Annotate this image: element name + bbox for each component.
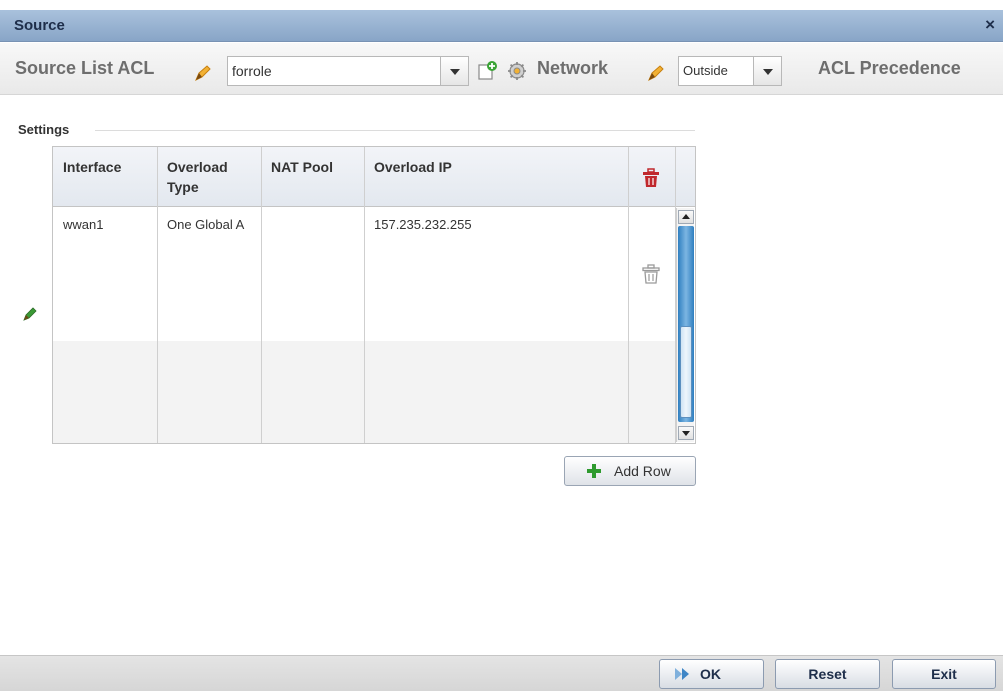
edit-row-pencil-icon[interactable] (22, 306, 38, 322)
table-scrollbar[interactable] (676, 208, 694, 442)
column-header-overload-ip: Overload IP (374, 159, 452, 175)
scroll-down-arrow-icon[interactable] (678, 426, 694, 440)
cell-interface[interactable]: wwan1 (63, 217, 153, 232)
column-header-overload-type: Overload Type (167, 159, 228, 195)
scroll-up-arrow-icon[interactable] (678, 210, 694, 224)
table-header: Interface Overload Type NAT Pool Overloa… (53, 147, 695, 207)
ok-label: OK (700, 666, 721, 682)
reset-label: Reset (808, 666, 847, 682)
add-row-button[interactable]: Add Row (564, 456, 696, 486)
double-arrow-right-icon (675, 668, 689, 680)
chevron-down-icon[interactable] (753, 57, 781, 85)
settings-section-label: Settings (18, 122, 70, 137)
toolbar: Source List ACL forrole Network Outside … (0, 43, 1003, 95)
delete-all-trash-icon[interactable] (642, 168, 660, 188)
column-header-interface: Interface (63, 159, 122, 175)
settings-table: Interface Overload Type NAT Pool Overloa… (52, 146, 696, 444)
source-list-acl-value: forrole (232, 63, 272, 79)
dialog-footer: OK Reset Exit (0, 655, 1003, 691)
reset-button[interactable]: Reset (775, 659, 880, 689)
scrollbar-thumb[interactable] (680, 326, 692, 418)
cell-overload-ip[interactable]: 157.235.232.255 (374, 217, 624, 232)
close-icon[interactable]: × (985, 15, 995, 35)
column-header-nat-pool: NAT Pool (271, 159, 333, 175)
source-list-acl-select[interactable]: forrole (227, 56, 469, 86)
source-list-acl-label: Source List ACL (15, 58, 155, 78)
network-select[interactable]: Outside (678, 56, 782, 86)
pencil-icon (195, 65, 211, 82)
chevron-down-icon[interactable] (440, 57, 468, 85)
plus-icon (587, 464, 601, 478)
gear-icon[interactable] (506, 60, 528, 82)
ok-button[interactable]: OK (659, 659, 764, 689)
dialog-title: Source (14, 17, 65, 34)
section-divider (95, 130, 695, 131)
exit-label: Exit (931, 666, 957, 682)
dialog-title-bar: Source × (0, 10, 1003, 42)
pencil-icon (648, 65, 664, 82)
column-divider (628, 147, 629, 443)
exit-button[interactable]: Exit (892, 659, 996, 689)
add-row-label: Add Row (614, 463, 671, 479)
column-divider (364, 147, 365, 443)
network-value: Outside (683, 63, 728, 78)
cell-overload-type[interactable]: One Global A (167, 217, 257, 232)
create-new-icon[interactable] (476, 60, 498, 82)
column-divider (261, 147, 262, 443)
column-divider (157, 147, 158, 443)
delete-row-trash-icon[interactable] (642, 264, 660, 284)
acl-precedence-label: ACL Precedence (818, 58, 961, 78)
network-label: Network (537, 58, 609, 78)
